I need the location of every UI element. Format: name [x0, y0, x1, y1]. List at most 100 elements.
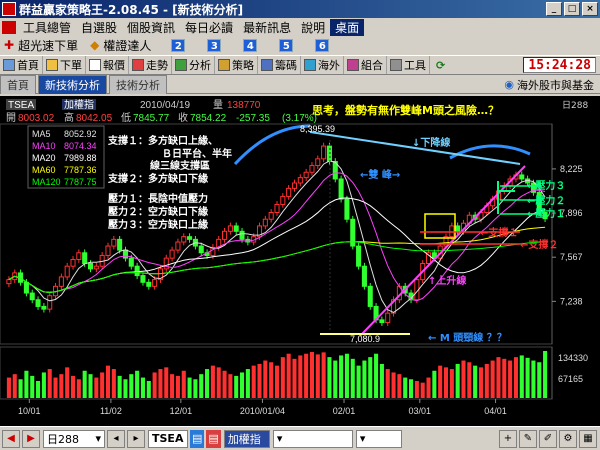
candle-body	[309, 165, 315, 173]
volume-bar	[438, 365, 443, 398]
edit-tool-button[interactable]: ✎	[519, 429, 537, 448]
close-button[interactable]: ×	[582, 2, 598, 16]
index-chip[interactable]: 加權指	[223, 429, 270, 448]
maximize-button[interactable]: □	[564, 2, 580, 16]
low-value: 7845.77	[133, 113, 170, 124]
grid-button[interactable]: ▦	[579, 429, 597, 448]
volume-bar	[146, 380, 151, 398]
volume-bar	[36, 380, 41, 398]
high-label: 高	[64, 111, 74, 124]
warrant-link[interactable]: 權證達人	[103, 37, 151, 54]
volume-bar	[18, 379, 23, 398]
market-select[interactable]: ▾	[272, 429, 353, 448]
quick-slot-4[interactable]: 4	[243, 38, 258, 52]
scroll-left-button[interactable]: ◀	[2, 429, 20, 448]
candle-body	[47, 295, 53, 310]
tab-home[interactable]: 首頁	[0, 75, 36, 94]
right-arrow-button[interactable]: ▸	[127, 429, 145, 448]
refresh-icon[interactable]: ⟳	[436, 59, 445, 72]
quick-slot-3[interactable]: 3	[207, 38, 222, 52]
volume-tick-label: 134330	[558, 353, 588, 363]
volume-bar	[484, 363, 489, 398]
volume-bar	[82, 370, 87, 398]
tab-technical[interactable]: 技術分析	[109, 75, 167, 94]
menu-tools[interactable]: 工具總管	[18, 19, 76, 36]
volume-bar	[41, 372, 46, 398]
menu-watchlist[interactable]: 自選股	[76, 19, 122, 36]
low-label: 低	[121, 111, 131, 124]
volume-bar	[280, 357, 285, 398]
strategy-label: 策略	[232, 59, 254, 72]
news-button[interactable]: ▤	[206, 429, 221, 448]
quick-slot-2[interactable]: 2	[171, 38, 186, 52]
volume-bar	[304, 353, 309, 398]
home-button[interactable]: 首頁	[0, 56, 43, 74]
chips-button[interactable]: 籌碼	[258, 56, 301, 74]
candle-body	[105, 245, 111, 256]
volume-bar	[6, 377, 11, 398]
candle-body	[93, 265, 99, 270]
candle-body	[70, 258, 76, 267]
chart-area[interactable]: TSEA 加權指 2010/04/19 量 138770 日288 開 8003…	[0, 96, 600, 426]
analysis-button[interactable]: 分析	[172, 56, 215, 74]
volume-bar	[158, 369, 163, 398]
candle-body	[128, 257, 134, 267]
strategy-button[interactable]: 策略	[215, 56, 258, 74]
quick-slot-6[interactable]: 6	[315, 38, 330, 52]
menu-stock-info[interactable]: 個股資訊	[122, 19, 180, 36]
chart-svg[interactable]: TSEA 加權指 2010/04/19 量 138770 日288 開 8003…	[0, 96, 600, 426]
ma-legend-value-ma60: 7787.36	[64, 165, 97, 175]
quick-slot-5[interactable]: 5	[279, 38, 294, 52]
tools-button[interactable]: 工具	[387, 56, 430, 74]
draw-tool-button[interactable]: ✐	[539, 429, 557, 448]
chips-icon	[261, 59, 273, 71]
menu-news[interactable]: 最新訊息	[238, 19, 296, 36]
clock: 15:24:28	[523, 57, 596, 73]
region-select[interactable]: ▾	[355, 429, 402, 448]
note-right-s2: ←支撐２	[520, 238, 558, 251]
tab-new-technical[interactable]: 新技術分析	[38, 75, 107, 94]
volume-bar	[205, 369, 210, 398]
volume-bar	[245, 369, 250, 398]
candle-body	[361, 265, 367, 287]
candle-body	[187, 236, 193, 240]
volume-bar	[537, 362, 542, 398]
history-button[interactable]: ▤	[190, 429, 205, 448]
volume-bar	[309, 352, 315, 398]
price-tick-label: 7,567	[560, 252, 583, 262]
left-arrow-button[interactable]: ◂	[107, 429, 125, 448]
volume-bar	[274, 365, 280, 398]
order-button[interactable]: 下單	[43, 56, 86, 74]
note-right-p1: ←壓力１	[527, 207, 565, 220]
x-tick-label: 11/02	[100, 406, 122, 416]
candle-body	[519, 174, 525, 180]
candle-body	[175, 241, 181, 251]
quick-bar: ✚ 超光速下單 ◆ 權證達人 2 3 4 5 6	[0, 36, 600, 54]
volume-bar	[385, 369, 390, 398]
note-downtrend: ↓下降線	[412, 136, 450, 149]
zoom-in-button[interactable]: +	[499, 429, 517, 448]
scroll-right-button[interactable]: ▶	[22, 429, 40, 448]
minimize-button[interactable]: _	[546, 2, 562, 16]
volume-bar	[350, 358, 355, 398]
volume-bar	[508, 360, 513, 398]
strategy-icon	[218, 59, 230, 71]
symbol-input[interactable]: TSEA	[148, 429, 188, 448]
quick-order-link[interactable]: 超光速下單	[18, 37, 78, 54]
volume-bar	[420, 382, 425, 398]
candle-body	[315, 158, 321, 167]
menu-app-icon	[2, 20, 16, 34]
settings-button[interactable]: ⚙	[559, 429, 577, 448]
menu-daily-reading[interactable]: 每日必讀	[180, 19, 238, 36]
period-select[interactable]: 日288 ▾	[43, 429, 105, 448]
overseas-button[interactable]: 海外	[301, 56, 344, 74]
combo-button[interactable]: 組合	[344, 56, 387, 74]
quote-button[interactable]: 報價	[86, 56, 129, 74]
x-tick-label: 10/01	[18, 406, 41, 416]
overseas-funds-link[interactable]: ◉ 海外股市與基金	[504, 77, 594, 93]
menu-help[interactable]: 說明	[296, 19, 330, 36]
menu-desktop[interactable]: 桌面	[330, 18, 365, 36]
trend-button[interactable]: 走勢	[129, 56, 172, 74]
order-icon-tb	[46, 59, 58, 71]
volume-bar	[30, 375, 35, 398]
